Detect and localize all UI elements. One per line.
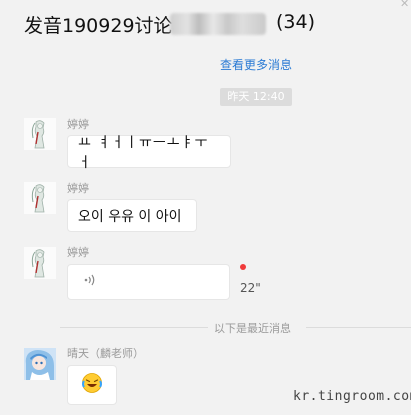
message-bubble[interactable]: 오이 우유 이 아이: [67, 199, 197, 232]
new-messages-divider: 以下是最近消息: [214, 322, 291, 335]
close-icon[interactable]: ✕: [400, 0, 409, 10]
crying-laughing-emoji-icon: [81, 372, 103, 398]
sender-name: 婷婷: [67, 182, 89, 195]
message-text: ㅛ ㅕㅓㅣㅠㅡㅗㅑㅜㅓ: [78, 134, 209, 171]
chat-header: 发音190929讨论 (34): [0, 0, 411, 46]
view-more-messages-link[interactable]: 查看更多消息: [220, 56, 292, 73]
message-text: 오이 우유 이 아이: [78, 208, 182, 225]
sender-name: 婷婷: [67, 118, 89, 131]
sender-name: 晴天（麟老师）: [67, 347, 144, 360]
voice-message-bubble[interactable]: [67, 264, 230, 300]
avatar[interactable]: [24, 118, 56, 150]
unplayed-dot: [240, 264, 246, 270]
avatar[interactable]: [24, 348, 56, 380]
avatar[interactable]: [24, 247, 56, 279]
blurred-group-name: [170, 13, 266, 35]
voice-wave-icon: [84, 273, 96, 291]
message-bubble[interactable]: ㅛ ㅕㅓㅣㅠㅡㅗㅑㅜㅓ: [67, 135, 231, 171]
message-bubble[interactable]: [67, 365, 117, 405]
voice-duration: 22": [240, 281, 261, 295]
member-count: (34): [276, 11, 316, 33]
sender-name: 婷婷: [67, 246, 89, 259]
divider-line-left: [60, 327, 208, 328]
chat-title: 发音190929讨论: [24, 15, 173, 37]
divider-line-right: [306, 327, 411, 328]
avatar[interactable]: [24, 182, 56, 214]
time-separator: 昨天 12:40: [220, 88, 292, 106]
watermark-text: kr.tingroom.com: [293, 389, 411, 404]
